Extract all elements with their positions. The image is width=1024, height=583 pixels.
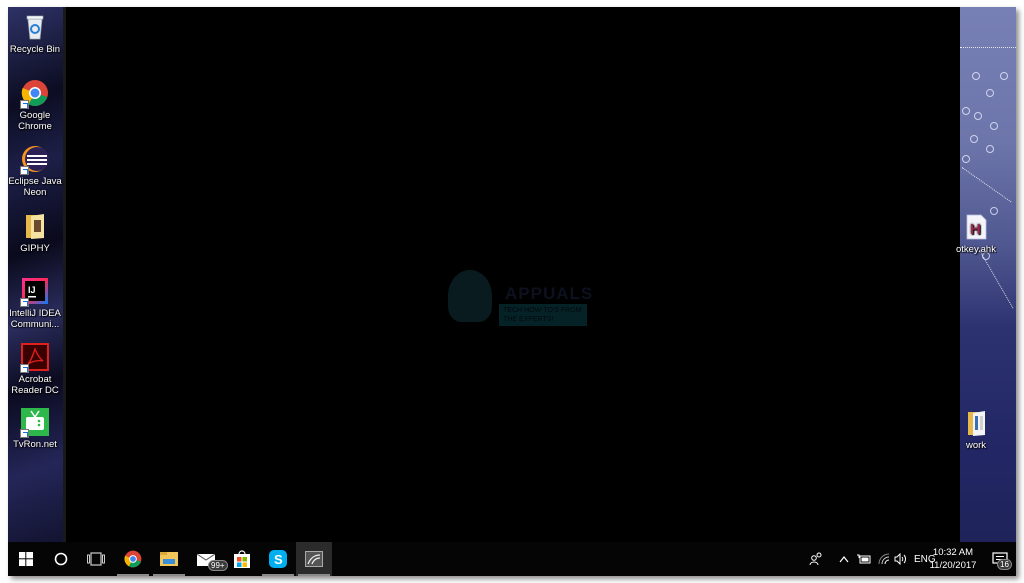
clock-date: 11/20/2017	[929, 560, 977, 571]
ahk-script-icon: H	[962, 213, 990, 241]
desktop-icon-label: work	[965, 440, 987, 451]
desktop-icon-label: IntelliJ IDEA Communi...	[9, 308, 61, 330]
desktop-icon-google-chrome[interactable]: Google Chrome	[8, 79, 63, 132]
desktop-icon-work[interactable]: work	[948, 409, 1004, 451]
clock-time: 10:32 AM	[932, 547, 974, 558]
desktop-icon-acrobat[interactable]: Acrobat Reader DC	[8, 343, 63, 396]
battery-icon	[857, 554, 871, 564]
app-icon	[305, 551, 323, 567]
chrome-taskbar[interactable]	[115, 542, 151, 576]
file-explorer-icon	[160, 552, 178, 566]
desktop-icon-label: Recycle Bin	[9, 44, 61, 55]
windows-logo-icon	[19, 552, 33, 566]
watermark-tagline: TECH HOW-TO'S FROM THE EXPERTS!	[499, 304, 587, 326]
clock[interactable]: 10:32 AM 11/20/2017	[925, 546, 981, 572]
desktop-icon-tvron[interactable]: TvRon.net	[8, 408, 63, 450]
chrome-icon	[20, 79, 49, 109]
start-button[interactable]	[8, 542, 44, 576]
desktop-icon-intellij[interactable]: IJ IntelliJ IDEA Communi...	[8, 277, 63, 330]
shortcut-arrow-icon	[20, 429, 29, 438]
network-button[interactable]	[876, 542, 892, 576]
task-view-button[interactable]	[78, 542, 114, 576]
desktop-icon-hotkey-ahk[interactable]: H otkey.ahk	[948, 213, 1004, 255]
folder-icon	[962, 409, 990, 437]
skype-icon: S	[269, 550, 287, 568]
appuals-watermark: APPUALS TECH HOW-TO'S FROM THE EXPERTS!	[443, 262, 592, 327]
fullscreen-black-window[interactable]: APPUALS TECH HOW-TO'S FROM THE EXPERTS!	[63, 7, 960, 542]
task-view-icon	[87, 552, 105, 566]
desktop-icon-recycle-bin[interactable]: Recycle Bin	[8, 13, 63, 55]
people-button[interactable]	[806, 542, 826, 576]
people-icon	[809, 552, 822, 566]
desktop-icon-label: otkey.ahk	[956, 244, 996, 255]
acrobat-icon	[20, 343, 49, 373]
chevron-up-icon	[839, 556, 849, 563]
volume-button[interactable]	[892, 542, 910, 576]
intellij-icon: IJ	[20, 277, 49, 307]
cortana-button[interactable]	[43, 542, 79, 576]
folder-icon	[21, 212, 49, 240]
volume-icon	[894, 553, 906, 565]
desktop-icon-label: Google Chrome	[18, 110, 52, 132]
store-icon	[234, 550, 250, 568]
taskbar: 99+ S ENG 10:32 AM 11/20/2017 16	[8, 542, 1016, 576]
app-taskbar[interactable]	[296, 542, 332, 576]
eclipse-icon	[20, 145, 49, 175]
recycle-bin-icon	[21, 13, 49, 41]
svg-text:S: S	[274, 552, 283, 567]
desktop-icon-label: Eclipse Java Neon	[8, 176, 62, 198]
shortcut-arrow-icon	[20, 298, 29, 307]
desktop-icon-giphy[interactable]: GIPHY	[8, 212, 63, 254]
desktop-icon-label: TvRon.net	[13, 439, 57, 450]
chrome-icon	[124, 550, 142, 568]
wallpaper-right	[960, 7, 1016, 542]
wifi-icon	[878, 553, 890, 565]
battery-button[interactable]	[856, 542, 872, 576]
tvron-icon	[20, 408, 49, 438]
desktop-icon-label: GIPHY	[20, 243, 50, 254]
watermark-mascot	[448, 270, 492, 322]
show-hidden-icons-button[interactable]	[836, 542, 852, 576]
notification-count-badge: 16	[997, 559, 1012, 570]
shortcut-arrow-icon	[20, 100, 29, 109]
desktop-icon-label: Acrobat Reader DC	[11, 374, 59, 396]
desktop-icon-eclipse[interactable]: Eclipse Java Neon	[8, 145, 63, 198]
action-center-button[interactable]: 16	[983, 542, 1016, 576]
watermark-title: APPUALS	[505, 284, 594, 303]
mail-taskbar[interactable]: 99+	[188, 542, 228, 576]
svg-text:IJ: IJ	[28, 285, 36, 295]
search-circle-icon	[54, 552, 68, 566]
file-explorer-taskbar[interactable]	[151, 542, 187, 576]
skype-taskbar[interactable]: S	[260, 542, 296, 576]
svg-text:H: H	[970, 221, 981, 238]
shortcut-arrow-icon	[20, 364, 29, 373]
desktop-screen: APPUALS TECH HOW-TO'S FROM THE EXPERTS! …	[8, 7, 1016, 576]
shortcut-arrow-icon	[20, 166, 29, 175]
store-taskbar[interactable]	[224, 542, 260, 576]
